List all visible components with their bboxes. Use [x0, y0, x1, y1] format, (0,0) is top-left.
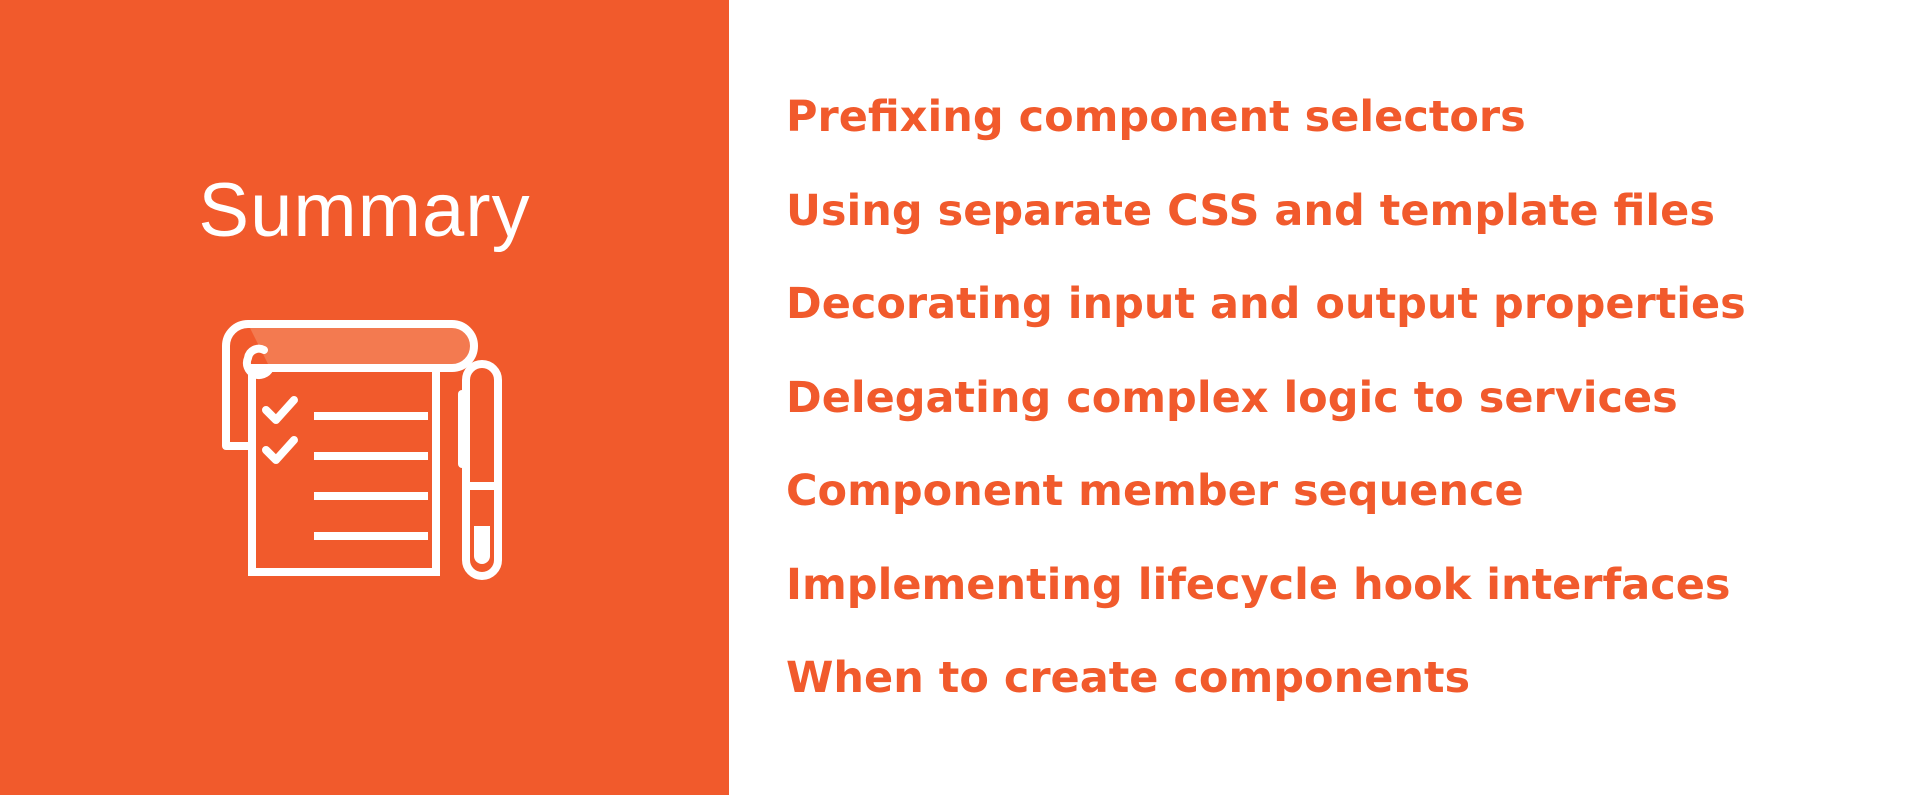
slide-title: Summary — [198, 168, 531, 253]
checklist-with-pen-icon — [222, 320, 502, 580]
topic-item: Decorating input and output properties — [786, 279, 1746, 329]
topics-panel: Prefixing component selectors Using sepa… — [729, 0, 1918, 795]
topic-item: Implementing lifecycle hook interfaces — [786, 559, 1731, 610]
topic-item: Delegating complex logic to services — [786, 372, 1678, 423]
summary-panel: Summary — [0, 0, 729, 795]
summary-slide: Summary Prefixing component selectors Us… — [0, 0, 1918, 795]
topic-item: When to create components — [786, 653, 1471, 703]
topic-item: Using separate CSS and template files — [786, 185, 1715, 236]
topic-item: Prefixing component selectors — [786, 92, 1526, 142]
topic-list: Prefixing component selectors Using sepa… — [786, 92, 1746, 747]
topic-item: Component member sequence — [786, 466, 1524, 516]
